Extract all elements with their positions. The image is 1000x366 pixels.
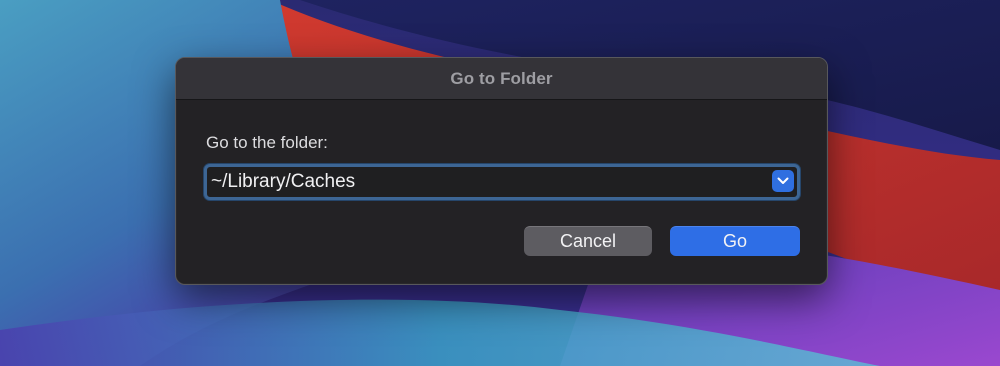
folder-prompt-label: Go to the folder: (206, 133, 328, 152)
path-history-dropdown-button[interactable] (772, 170, 794, 192)
go-button[interactable]: Go (670, 226, 800, 256)
folder-path-input[interactable] (211, 169, 761, 195)
dialog-titlebar[interactable]: Go to Folder (176, 58, 827, 100)
chevron-down-icon (777, 177, 789, 185)
cancel-button[interactable]: Cancel (524, 226, 652, 256)
folder-path-combobox[interactable] (204, 164, 800, 200)
dialog-title: Go to Folder (450, 68, 553, 88)
go-to-folder-dialog: Go to Folder Go to the folder: Cancel Go (175, 57, 828, 285)
